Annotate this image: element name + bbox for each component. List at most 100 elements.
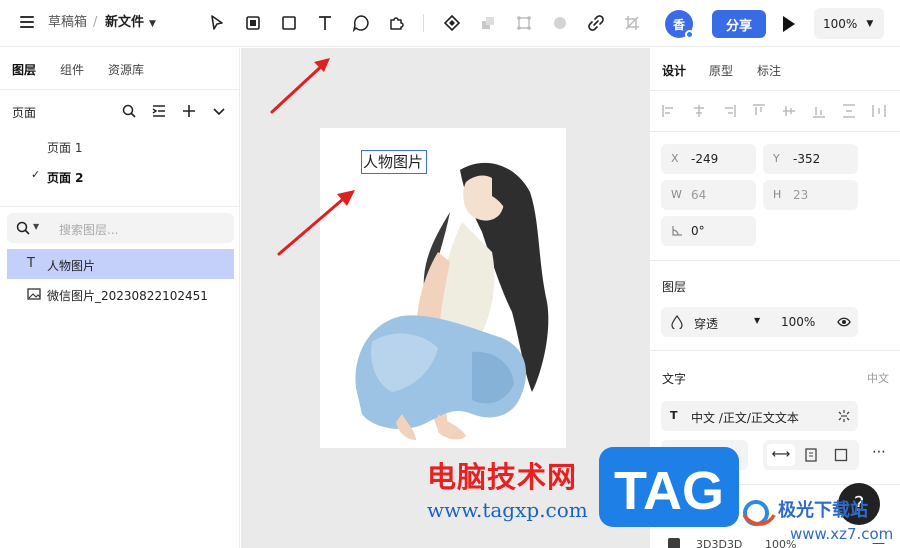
text-layer-icon: T bbox=[27, 256, 35, 271]
layer-section-title: 图层 bbox=[662, 280, 687, 294]
watermark-title: 电脑技术网 bbox=[427, 460, 578, 494]
text-resize-group: ⟷ bbox=[763, 440, 859, 470]
align-center-vertical-icon[interactable] bbox=[782, 104, 796, 118]
search-placeholder: 搜索图层... bbox=[59, 223, 119, 237]
rotation-icon bbox=[672, 226, 682, 236]
tab-assets[interactable]: 资源库 bbox=[108, 61, 144, 78]
tab-design[interactable]: 设计 bbox=[662, 62, 686, 79]
collapse-list-icon[interactable] bbox=[150, 102, 168, 120]
align-bottom-icon[interactable] bbox=[812, 104, 826, 118]
divider bbox=[650, 90, 900, 91]
layer-search-input[interactable]: ▼ 搜索图层... bbox=[7, 213, 234, 243]
move-tool-icon[interactable] bbox=[204, 10, 230, 36]
chevron-down-icon[interactable] bbox=[210, 102, 228, 120]
distribute-vertical-icon[interactable] bbox=[842, 104, 856, 118]
tag-logo-text: TAG bbox=[614, 461, 724, 521]
chevron-down-icon: ▼ bbox=[866, 18, 874, 29]
zoom-dropdown[interactable]: 100% ▼ bbox=[814, 8, 884, 39]
frame-tool-icon[interactable] bbox=[240, 10, 266, 36]
component-icon[interactable] bbox=[439, 10, 465, 36]
blend-mode-select[interactable]: 穿透 ▼ 100% bbox=[661, 307, 858, 337]
breadcrumb-separator: / bbox=[93, 15, 98, 30]
height-field[interactable]: H 23 bbox=[763, 180, 858, 210]
watermark-url: www.tagxp.com bbox=[427, 498, 588, 522]
detach-style-icon[interactable] bbox=[837, 409, 851, 423]
character-illustration[interactable] bbox=[342, 152, 552, 444]
eye-icon[interactable] bbox=[837, 317, 851, 327]
tag-logo: TAG bbox=[599, 447, 739, 527]
user-avatar[interactable]: 香 bbox=[665, 10, 694, 39]
red-arrow-annotation bbox=[270, 58, 330, 114]
align-top-icon[interactable] bbox=[752, 104, 766, 118]
pages-title: 页面 bbox=[12, 106, 37, 120]
divider bbox=[650, 350, 900, 351]
online-indicator bbox=[685, 30, 694, 39]
play-icon[interactable] bbox=[781, 14, 797, 34]
comment-tool-icon[interactable] bbox=[348, 10, 374, 36]
auto-width-icon[interactable]: ⟷ bbox=[767, 444, 795, 466]
layer-row-text[interactable]: T 人物图片 bbox=[7, 249, 234, 279]
search-icon[interactable] bbox=[120, 102, 138, 120]
breadcrumb-drafts[interactable]: 草稿箱 bbox=[48, 15, 87, 31]
distribute-horizontal-icon[interactable] bbox=[872, 104, 886, 118]
auto-height-icon[interactable] bbox=[804, 448, 818, 462]
plugin-tool-icon[interactable] bbox=[383, 10, 409, 36]
layer-row-image[interactable]: 微信图片_20230822102451 bbox=[7, 279, 234, 309]
tab-layers[interactable]: 图层 bbox=[12, 61, 36, 78]
design-canvas[interactable]: 人物图片 电脑技术网 www.tagxp.com bbox=[241, 48, 649, 548]
chevron-down-icon: ▼ bbox=[754, 316, 761, 325]
red-arrow-annotation bbox=[277, 190, 355, 256]
mask-icon[interactable] bbox=[511, 10, 537, 36]
align-center-horizontal-icon[interactable] bbox=[692, 104, 706, 118]
tab-prototype[interactable]: 原型 bbox=[709, 62, 733, 79]
field-value: -352 bbox=[793, 152, 821, 166]
crop-icon[interactable] bbox=[619, 10, 645, 36]
hamburger-menu-icon[interactable] bbox=[20, 16, 34, 28]
field-label: W bbox=[671, 188, 682, 201]
image-layer-icon bbox=[27, 288, 41, 300]
chevron-down-icon: ▼ bbox=[149, 19, 156, 29]
file-name-menu[interactable]: 新文件 ▼ bbox=[105, 15, 156, 32]
fixed-size-icon[interactable] bbox=[834, 448, 848, 462]
opacity-value[interactable]: 100% bbox=[781, 315, 815, 329]
text-style-select[interactable]: T 中文 /正文/正文文本 bbox=[661, 401, 858, 431]
y-position-field[interactable]: Y -352 bbox=[763, 144, 858, 174]
link-icon[interactable] bbox=[583, 10, 609, 36]
text-section-title: 文字 bbox=[662, 372, 687, 386]
fill-icon[interactable] bbox=[547, 10, 573, 36]
align-right-icon[interactable] bbox=[722, 104, 736, 118]
boolean-icon[interactable] bbox=[475, 10, 501, 36]
field-label: H bbox=[773, 188, 782, 201]
rectangle-tool-icon[interactable] bbox=[276, 10, 302, 36]
text-language[interactable]: 中文 bbox=[867, 370, 889, 386]
text-tool-icon[interactable] bbox=[312, 10, 338, 36]
page-item-active[interactable]: ✓ 页面 2 bbox=[0, 164, 240, 188]
more-options-icon[interactable]: ⋯ bbox=[872, 444, 887, 460]
add-page-icon[interactable] bbox=[180, 102, 198, 120]
text-style-icon: T bbox=[670, 409, 678, 422]
tab-annotation[interactable]: 标注 bbox=[757, 62, 781, 79]
opacity-drop-icon bbox=[671, 315, 683, 329]
x-position-field[interactable]: X -249 bbox=[661, 144, 756, 174]
artboard[interactable]: 人物图片 bbox=[320, 128, 566, 448]
divider bbox=[650, 260, 900, 261]
layer-label: 人物图片 bbox=[47, 259, 96, 273]
toolbar-divider bbox=[423, 14, 424, 32]
text-layer-on-canvas[interactable]: 人物图片 bbox=[361, 150, 427, 174]
page-item[interactable]: 页面 1 bbox=[0, 134, 240, 158]
align-left-icon[interactable] bbox=[662, 104, 676, 118]
width-field[interactable]: W 64 bbox=[661, 180, 756, 210]
fill-hex[interactable]: 3D3D3D bbox=[696, 538, 742, 548]
rotation-field[interactable]: 0° bbox=[661, 216, 756, 246]
divider bbox=[0, 206, 240, 207]
left-tabs: 图层 组件 资源库 bbox=[0, 48, 240, 90]
checkmark-icon: ✓ bbox=[31, 168, 41, 181]
page-label: 页面 2 bbox=[47, 171, 84, 185]
jiguang-logo-text: 极光下载站 bbox=[778, 499, 868, 521]
fill-color-swatch[interactable] bbox=[668, 538, 680, 548]
avatar-initial: 香 bbox=[672, 17, 685, 32]
chevron-down-icon: ▼ bbox=[33, 222, 40, 231]
tab-components[interactable]: 组件 bbox=[60, 61, 84, 78]
share-button[interactable]: 分享 bbox=[712, 10, 766, 38]
layer-label: 微信图片_20230822102451 bbox=[47, 289, 208, 303]
